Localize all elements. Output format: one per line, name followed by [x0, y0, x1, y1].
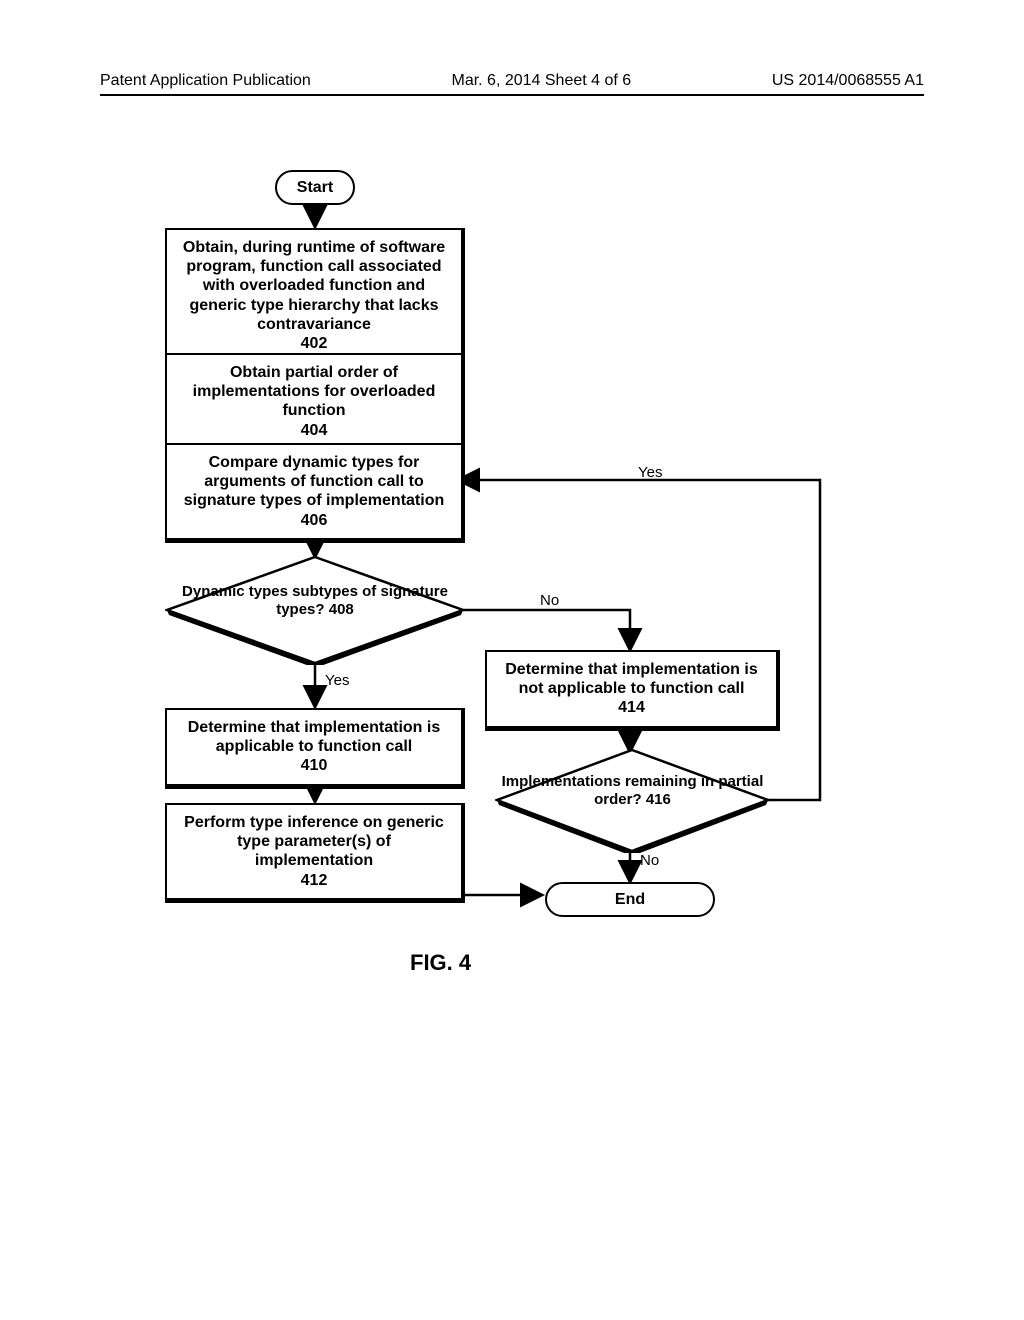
header-right: US 2014/0068555 A1	[772, 72, 924, 90]
label-no-416: No	[640, 852, 659, 869]
figure-label: FIG. 4	[410, 950, 471, 976]
process-402-text: Obtain, during runtime of software progr…	[183, 239, 445, 352]
header-rule	[100, 94, 924, 96]
process-412: Perform type inference on generic type p…	[165, 803, 465, 903]
start-terminator: Start	[275, 170, 355, 205]
decision-416-text: Implementations remaining in partial ord…	[495, 773, 770, 809]
process-406: Compare dynamic types for arguments of f…	[165, 443, 465, 543]
label-yes-416: Yes	[638, 464, 662, 481]
decision-416: Implementations remaining in partial ord…	[495, 748, 770, 853]
process-404: Obtain partial order of implementations …	[165, 353, 465, 453]
process-404-text: Obtain partial order of implementations …	[193, 364, 436, 439]
decision-408-text: Dynamic types subtypes of signature type…	[165, 583, 465, 619]
decision-408: Dynamic types subtypes of signature type…	[165, 555, 465, 665]
process-414: Determine that implementation is not app…	[485, 650, 780, 731]
process-406-text: Compare dynamic types for arguments of f…	[184, 454, 444, 529]
end-terminator: End	[545, 882, 715, 917]
flowchart: Start Obtain, during runtime of software…	[100, 150, 924, 1200]
header-center: Mar. 6, 2014 Sheet 4 of 6	[451, 72, 631, 90]
page: Patent Application Publication Mar. 6, 2…	[0, 0, 1024, 1320]
page-header: Patent Application Publication Mar. 6, 2…	[0, 72, 1024, 90]
end-text: End	[615, 891, 645, 908]
process-402: Obtain, during runtime of software progr…	[165, 228, 465, 366]
label-yes-408: Yes	[325, 672, 349, 689]
start-text: Start	[297, 179, 333, 196]
process-412-text: Perform type inference on generic type p…	[184, 814, 444, 889]
process-410: Determine that implementation is applica…	[165, 708, 465, 789]
label-no-408: No	[540, 592, 559, 609]
process-410-text: Determine that implementation is applica…	[188, 719, 441, 774]
header-left: Patent Application Publication	[100, 72, 311, 90]
process-414-text: Determine that implementation is not app…	[505, 661, 758, 716]
